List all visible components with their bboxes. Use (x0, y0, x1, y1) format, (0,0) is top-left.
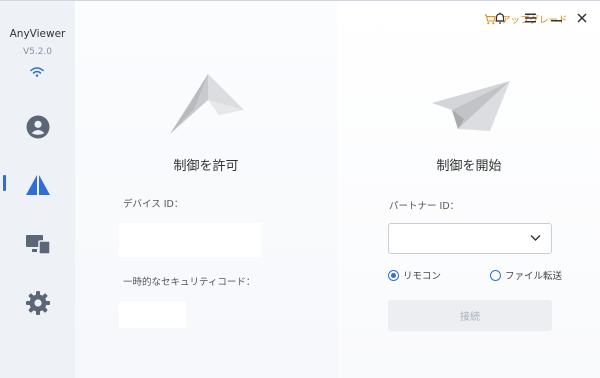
radio-remote-label: リモコン (403, 271, 442, 282)
notification-button[interactable] (491, 9, 509, 27)
radio-file-label: ファイル転送 (505, 271, 563, 282)
sidebar-item-settings[interactable] (0, 283, 75, 323)
radio-remote-dot[interactable] (388, 269, 399, 281)
start-control-title: 制御を開始 (436, 159, 502, 174)
sidebar-item-devices[interactable] (0, 224, 75, 264)
partner-id-label: パートナー ID： (389, 201, 460, 212)
hamburger-icon (524, 13, 536, 23)
remote-control-icon (25, 175, 50, 195)
title-bar: アップグレード (75, 1, 600, 37)
app-window: AnyViewer V5.2.0 アップグレード 制御を許可 デバイス ID： … (0, 0, 600, 378)
bell-icon (495, 12, 505, 24)
radio-remote[interactable]: リモコン (388, 268, 441, 282)
user-icon (26, 115, 49, 139)
connect-button[interactable]: 接続 (388, 300, 552, 331)
wifi-icon (30, 67, 44, 77)
security-code-label: 一時的なセキュリティコード： (123, 277, 256, 288)
security-code-value (119, 302, 186, 328)
radio-file-dot[interactable] (490, 269, 501, 281)
chevron-down-icon[interactable] (530, 234, 541, 242)
device-id-label: デバイス ID： (123, 199, 184, 210)
allow-control-title: 制御を許可 (173, 159, 239, 174)
partner-id-input[interactable] (388, 223, 552, 254)
app-version: V5.2.0 (22, 47, 53, 57)
app-name: AnyViewer (9, 28, 66, 40)
paper-plane-icon (170, 74, 244, 134)
settings-icon (25, 291, 50, 315)
minimize-button[interactable] (547, 9, 565, 27)
sidebar: AnyViewer V5.2.0 (0, 1, 75, 378)
allow-control-panel (75, 1, 337, 378)
menu-button[interactable] (521, 9, 539, 27)
minimize-icon (550, 20, 562, 22)
close-icon (577, 13, 587, 23)
paper-plane-icon (432, 81, 510, 131)
close-button[interactable] (573, 9, 591, 27)
sidebar-item-account[interactable] (0, 107, 75, 147)
radio-file-transfer[interactable]: ファイル転送 (490, 268, 562, 282)
device-id-value (119, 223, 261, 257)
sidebar-item-remote[interactable] (0, 165, 75, 205)
devices-icon (25, 235, 51, 255)
